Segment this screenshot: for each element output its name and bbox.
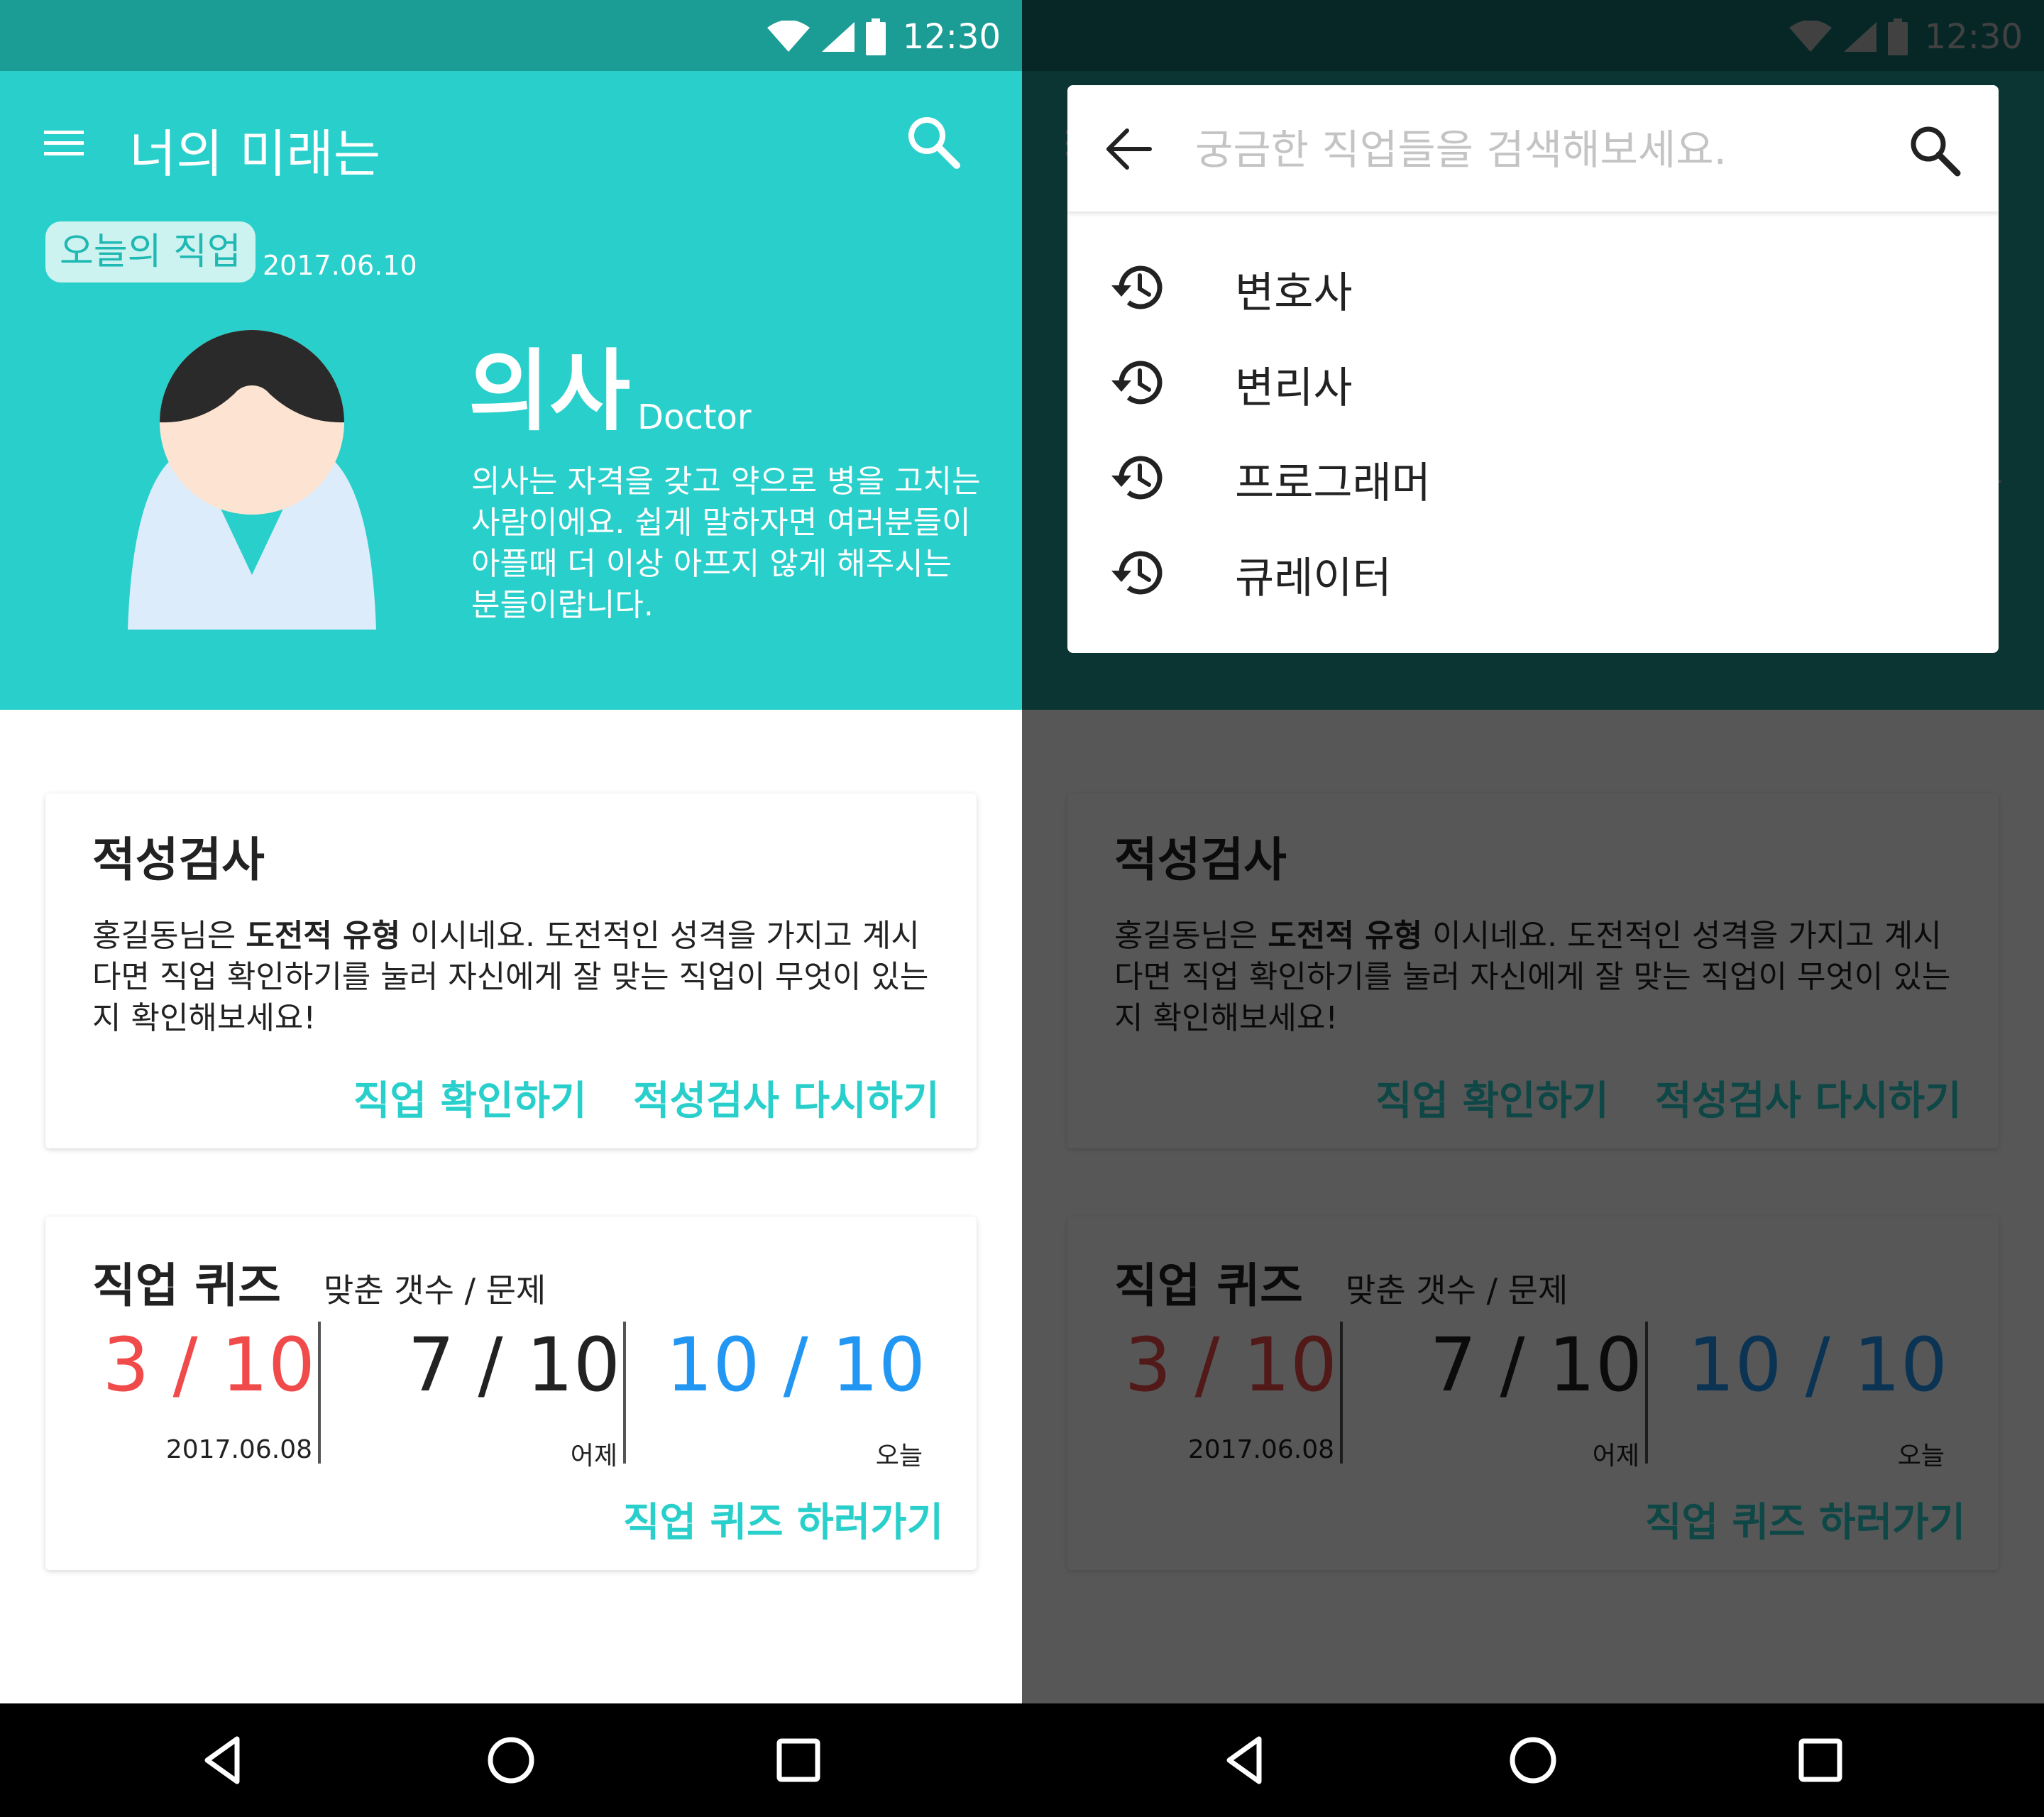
navigation-bar (1022, 1703, 2044, 1817)
nav-recent-icon[interactable] (1792, 1732, 1849, 1789)
score-divider (623, 1322, 626, 1464)
search-icon[interactable] (901, 110, 965, 174)
aptitude-body-prefix: 홍길동님은 (92, 918, 246, 954)
recent-search-item[interactable]: 변호사 (1067, 248, 1999, 344)
quiz-score-label: 오늘 (875, 1442, 923, 1471)
search-input[interactable] (1195, 123, 1877, 176)
menu-icon[interactable] (43, 122, 85, 165)
quiz-score: 3 / 10 2017.06.08 (45, 1324, 351, 1473)
aptitude-type: 도전적 유형 (246, 918, 401, 954)
go-quiz-button[interactable]: 직업 퀴즈 하러가기 (623, 1491, 943, 1548)
aptitude-body: 홍길동님은 도전적 유형 이시네요. 도전적인 성격을 가지고 계시다면 직업 … (92, 916, 944, 1039)
retake-aptitude-button[interactable]: 적성검사 다시하기 (633, 1069, 940, 1126)
recent-search-item[interactable]: 프로그래머 (1067, 439, 1999, 534)
main-screen: 12:30 너의 미래는 오늘의 직업 2017.06.10 의사 Doctor… (0, 0, 1022, 1817)
aptitude-card: 적성검사 홍길동님은 도전적 유형 이시네요. 도전적인 성격을 가지고 계시다… (45, 794, 977, 1148)
job-description: 의사는 자격을 갖고 약으로 병을 고치는 사람이에요. 쉽게 말하자면 여러분… (471, 463, 981, 623)
history-icon (1111, 551, 1163, 595)
quiz-card: 직업 퀴즈 맞춘 갯수 / 문제 3 / 10 2017.06.08 7 / 1… (45, 1217, 977, 1570)
navigation-bar (0, 1703, 1022, 1817)
search-panel: 변호사 변리사 프로그래머 (1067, 85, 1999, 653)
main-content: 적성검사 홍길동님은 도전적 유형 이시네요. 도전적인 성격을 가지고 계시다… (0, 710, 1022, 1703)
job-title: 의사 (468, 341, 631, 443)
today-job-date: 2017.06.10 (263, 250, 417, 281)
recent-search-item[interactable]: 큐레이터 (1067, 534, 1999, 629)
score-divider (318, 1322, 321, 1464)
today-job-hero: 너의 미래는 오늘의 직업 2017.06.10 의사 Doctor 의사는 자… (0, 71, 1022, 710)
recent-search-label: 변리사 (1235, 363, 1353, 413)
quiz-title: 직업 퀴즈 (92, 1258, 281, 1313)
doctor-avatar (128, 330, 376, 630)
quiz-score: 7 / 10 어제 (351, 1324, 656, 1473)
wifi-icon (766, 21, 810, 52)
history-icon (1111, 456, 1163, 500)
status-icons: 12:30 (766, 16, 1001, 58)
nav-back-icon[interactable] (1218, 1732, 1275, 1789)
clock: 12:30 (902, 17, 1001, 57)
history-icon (1111, 361, 1163, 405)
app-title: 너의 미래는 (129, 124, 381, 184)
check-job-button[interactable]: 직업 확인하기 (353, 1069, 587, 1126)
battery-icon (865, 18, 886, 55)
search-bar (1067, 85, 1999, 212)
quiz-score-label: 어제 (570, 1442, 617, 1471)
search-icon[interactable] (1905, 121, 1965, 180)
recent-search-label: 큐레이터 (1235, 554, 1392, 603)
quiz-score-value: 10 / 10 (666, 1322, 925, 1408)
arrow-back-icon[interactable] (1100, 121, 1157, 177)
nav-back-icon[interactable] (196, 1732, 253, 1789)
job-title-en: Doctor (637, 397, 752, 437)
aptitude-title: 적성검사 (92, 833, 265, 887)
quiz-score-value: 7 / 10 (407, 1322, 620, 1408)
recent-search-label: 변호사 (1235, 268, 1353, 318)
history-icon (1111, 265, 1163, 309)
recent-search-list: 변호사 변리사 프로그래머 큐레이터 (1067, 248, 1999, 629)
search-screen: 12:30 너의 미래는 오늘의 직업 2017.06.10 의사 Doctor… (1022, 0, 2044, 1817)
status-bar: 12:30 (0, 0, 1022, 71)
today-job-badge: 오늘의 직업 (45, 221, 256, 282)
nav-home-icon[interactable] (483, 1732, 539, 1789)
quiz-score-label: 2017.06.08 (165, 1435, 312, 1464)
signal-icon (821, 22, 855, 52)
nav-recent-icon[interactable] (770, 1732, 827, 1789)
quiz-subtitle: 맞춘 갯수 / 문제 (324, 1271, 546, 1310)
recent-search-item[interactable]: 변리사 (1067, 344, 1999, 439)
quiz-score: 10 / 10 오늘 (656, 1324, 961, 1473)
nav-home-icon[interactable] (1505, 1732, 1561, 1789)
recent-search-label: 프로그래머 (1235, 459, 1431, 508)
quiz-score-value: 3 / 10 (102, 1322, 315, 1408)
